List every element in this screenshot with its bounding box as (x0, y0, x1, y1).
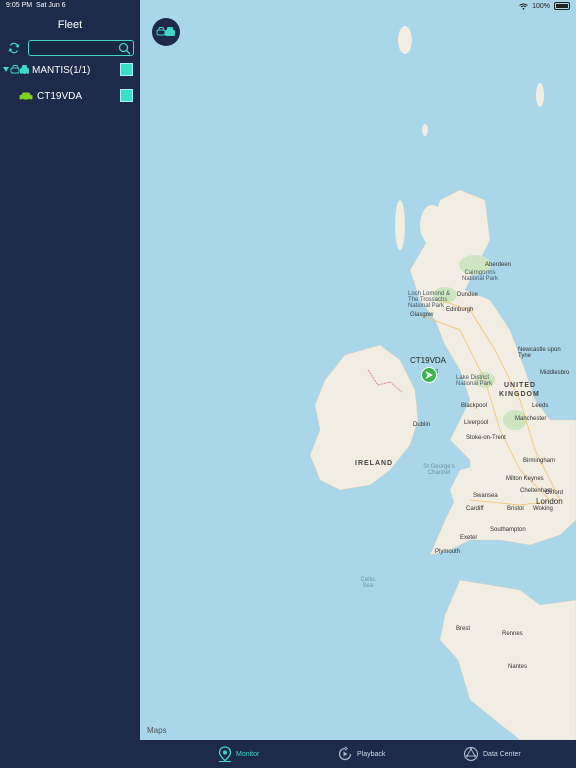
map-label-bristol: Bristol (507, 506, 524, 512)
group-checkbox[interactable] (120, 63, 133, 76)
map-label-liverpool: Liverpool (464, 420, 489, 426)
playback-icon (338, 746, 352, 761)
search-input[interactable] (32, 42, 118, 54)
map-label-dundee: Dundee (457, 292, 479, 298)
data-center-icon (463, 746, 479, 762)
map-label-swansea: Swansea (473, 493, 498, 499)
wifi-icon (519, 3, 528, 10)
map-label-aberdeen: Aberdeen (485, 262, 512, 268)
map-vehicles-toggle-button[interactable] (152, 18, 180, 46)
map-label-lomond: Loch Lomond & The Trossachs National Par… (408, 291, 451, 309)
vehicle-row[interactable]: CT19VDA (0, 86, 140, 106)
map-label-dublin: Dublin (413, 422, 431, 428)
map-label-rennes: Rennes (502, 631, 523, 637)
map-label-glasgow: Glasgow (410, 312, 434, 318)
map-label-woking: Woking (533, 506, 553, 512)
battery-icon (554, 2, 570, 10)
map-label-manchester: Manchester (515, 416, 547, 422)
map-label-cardiff: Cardiff (466, 506, 484, 512)
tab-monitor[interactable]: Monitor (218, 740, 259, 768)
sidebar-title: Fleet (57, 19, 83, 31)
maps-attribution[interactable]: Maps (147, 726, 167, 735)
car-icon (19, 92, 33, 101)
fleet-group-label: MANTIS(1/1) (32, 65, 91, 76)
vehicle-label: CT19VDA (37, 91, 83, 102)
map-label-channel: St George's Channel (423, 464, 455, 476)
expand-triangle-icon[interactable] (3, 67, 9, 72)
tab-playback-label: Playback (357, 750, 386, 758)
map-label-nantes: Nantes (508, 664, 528, 670)
search-field[interactable] (28, 40, 134, 56)
vehicle-marker-label: CT19VDA (410, 356, 447, 365)
map-label-uk-line1: UNITED (504, 382, 537, 389)
tab-playback[interactable]: Playback (337, 740, 385, 768)
map-label-leeds: Leeds (532, 403, 549, 409)
map-label-middlesbrough: Middlesbro (540, 370, 570, 376)
tab-data-center[interactable]: Data Center (463, 740, 521, 768)
map-label-brest: Brest (456, 626, 471, 632)
status-bar: 9:05 PM Sat Jun 6 100% (0, 0, 576, 12)
map-label-birmingham: Birmingham (523, 458, 556, 464)
status-right: 100% (519, 2, 570, 10)
map-label-milton-keynes: Milton Keynes (506, 476, 544, 482)
map-label-celtic-sea: Celtic Sea (360, 577, 376, 589)
location-pin-icon (218, 746, 232, 762)
map-label-cairngorms: Cairngorms National Park (461, 270, 499, 282)
map-label-ireland: IRELAND (355, 460, 394, 467)
car-pair-icon (156, 27, 175, 36)
tab-monitor-label: Monitor (236, 750, 260, 758)
map-label-london: London (536, 497, 563, 506)
arrow-icon (425, 371, 433, 379)
fleet-group-row[interactable]: MANTIS(1/1) (0, 60, 140, 80)
map-label-blackpool: Blackpool (461, 403, 488, 409)
vehicle-checkbox[interactable] (120, 89, 133, 102)
map-label-oxford: Oxford (545, 490, 564, 496)
search-icon[interactable] (118, 42, 131, 55)
car-pair-icon (10, 65, 29, 76)
map-canvas[interactable] (140, 0, 576, 741)
status-time: 9:05 PM Sat Jun 6 (6, 2, 66, 9)
map-view[interactable]: Aberdeen Dundee Edinburgh Glasgow Cairng… (140, 0, 576, 741)
map-label-exeter: Exeter (460, 535, 478, 541)
tab-bar: Monitor Playback Data Center (140, 740, 576, 768)
battery-percent: 100% (532, 2, 550, 10)
map-label-stoke: Stoke-on-Trent (466, 435, 506, 441)
map-label-plymouth: Plymouth (435, 549, 461, 555)
refresh-icon[interactable] (8, 42, 20, 54)
fleet-sidebar: Fleet MANTIS(1/1) CT19VDA (0, 0, 140, 768)
map-label-newcastle: Newcastle upon Tyne (518, 347, 561, 359)
map-label-southampton: Southampton (490, 527, 526, 533)
map-label-uk-line2: KINGDOM (499, 391, 540, 398)
vehicle-marker[interactable] (421, 367, 437, 383)
map-label-lake-district: Lake District National Park (456, 375, 493, 387)
tab-data-center-label: Data Center (483, 750, 521, 758)
